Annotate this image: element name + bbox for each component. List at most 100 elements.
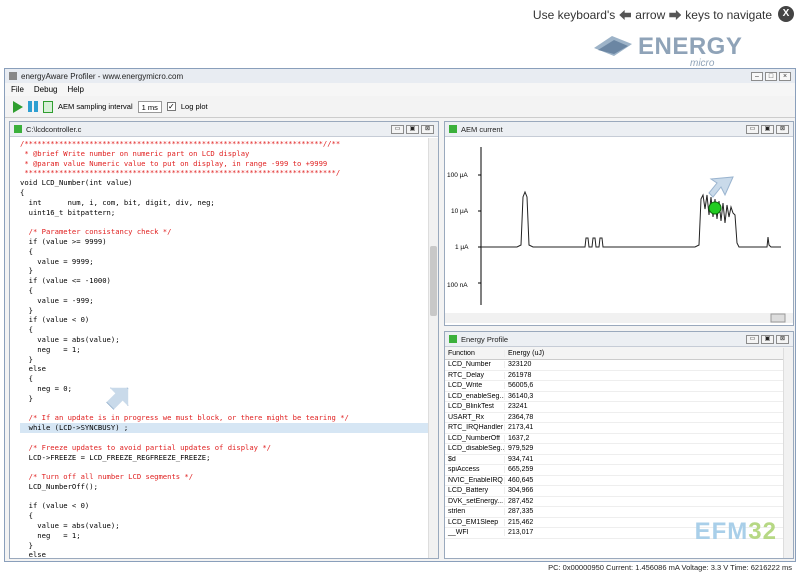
table-row[interactable]: RTC_Delay 261978: [445, 371, 793, 381]
code-line[interactable]: value = abs(value);: [20, 521, 438, 531]
code-line[interactable]: if (value >= 9999): [20, 237, 438, 247]
code-line[interactable]: LCD->FREEZE = LCD_FREEZE_REGFREEZE_FREEZ…: [20, 453, 438, 463]
code-line[interactable]: * @brief Write number on numeric part on…: [20, 149, 438, 159]
code-line[interactable]: value = abs(value);: [20, 335, 438, 345]
code-line[interactable]: if (value < 0): [20, 315, 438, 325]
code-line[interactable]: * @param value Numeric value to put on d…: [20, 159, 438, 169]
record-icon[interactable]: [43, 100, 53, 113]
code-line[interactable]: value = -999;: [20, 296, 438, 306]
cursor-marker[interactable]: [708, 201, 722, 215]
code-line[interactable]: [20, 433, 438, 443]
code-line[interactable]: {: [20, 247, 438, 257]
energy-titlebar: Energy Profile ▭ ▣ ⊠: [445, 332, 793, 347]
table-row[interactable]: LCD_NumberOff 1637,2: [445, 434, 793, 444]
code-line[interactable]: /* Turn off all number LCD segments */: [20, 472, 438, 482]
pause-icon[interactable]: [28, 101, 38, 112]
run-icon[interactable]: [13, 100, 23, 113]
code-line[interactable]: value = 9999;: [20, 257, 438, 267]
energy-minimize-button[interactable]: ▭: [746, 334, 759, 344]
aem-hscrollbar[interactable]: [445, 313, 793, 323]
table-row[interactable]: strlen 287,335: [445, 507, 793, 518]
cell-function: LCD_disableSeg...: [445, 445, 505, 453]
aem-close-button[interactable]: ⊠: [776, 124, 789, 134]
table-row[interactable]: LCD_BlinkTest 23241: [445, 402, 793, 413]
code-line[interactable]: else: [20, 550, 438, 560]
table-row[interactable]: $d 934,741: [445, 455, 793, 465]
code-line[interactable]: if (value <= -1000): [20, 276, 438, 286]
code-line[interactable]: }: [20, 355, 438, 365]
table-row[interactable]: LCD_disableSeg... 979,529: [445, 444, 793, 455]
cell-energy: 261978: [508, 371, 532, 379]
aem-scroll-button[interactable]: [770, 313, 786, 323]
aem-plot[interactable]: 100 µA 10 µA 1 µA 100 nA: [445, 137, 793, 325]
code-line[interactable]: ****************************************…: [20, 168, 438, 178]
table-row[interactable]: RTC_IRQHandler 2173,41: [445, 423, 793, 434]
code-line[interactable]: {: [20, 286, 438, 296]
close-window-button[interactable]: ×: [779, 71, 791, 81]
table-row[interactable]: LCD_Battery 304,966: [445, 486, 793, 497]
code-line[interactable]: LCD_NumberOff();: [20, 482, 438, 492]
code-line[interactable]: [20, 217, 438, 227]
menu-file[interactable]: File: [11, 85, 24, 94]
code-line[interactable]: /* Parameter consistancy check */: [20, 227, 438, 237]
code-line[interactable]: while (LCD->SYNCBUSY) ;: [20, 423, 438, 433]
energy-icon: [449, 335, 457, 343]
code-line[interactable]: }: [20, 266, 438, 276]
code-line[interactable]: }: [20, 306, 438, 316]
table-row[interactable]: NVIC_EnableIRQ 460,645: [445, 476, 793, 486]
profiler-window: energyAware Profiler - www.energymicro.c…: [4, 68, 796, 562]
interval-spinner[interactable]: 1 ms: [137, 100, 162, 113]
code-line[interactable]: {: [20, 188, 438, 198]
energy-scrollbar[interactable]: [783, 348, 793, 558]
code-line[interactable]: {: [20, 374, 438, 384]
table-row[interactable]: LCD_Write 56005,6: [445, 381, 793, 392]
code-line[interactable]: {: [20, 511, 438, 521]
minimize-button[interactable]: –: [751, 71, 763, 81]
logo-wordmark: ENERGY: [638, 33, 743, 60]
code-line[interactable]: void LCD_Number(int value): [20, 178, 438, 188]
cell-energy: 23241: [508, 403, 528, 411]
editor-close-button[interactable]: ⊠: [421, 124, 434, 134]
code-line[interactable]: else: [20, 364, 438, 374]
table-row[interactable]: USART_Rx 2364,78: [445, 413, 793, 423]
editor-restore-button[interactable]: ▣: [406, 124, 419, 134]
energy-close-button[interactable]: ⊠: [776, 334, 789, 344]
left-arrow-icon: [619, 10, 632, 20]
code-line[interactable]: /* Freeze updates to avoid partial updat…: [20, 443, 438, 453]
table-row[interactable]: DVK_setEnergy... 287,452: [445, 497, 793, 507]
source-code[interactable]: /***************************************…: [10, 137, 438, 560]
aem-minimize-button[interactable]: ▭: [746, 124, 759, 134]
table-row[interactable]: LCD_Number 323120: [445, 360, 793, 371]
code-line[interactable]: neg = 1;: [20, 345, 438, 355]
code-line[interactable]: neg = 1;: [20, 531, 438, 541]
menu-help[interactable]: Help: [67, 85, 83, 94]
maximize-button[interactable]: □: [765, 71, 777, 81]
col-function[interactable]: Function: [445, 349, 505, 357]
table-row[interactable]: LCD_enableSeg... 36140,3: [445, 392, 793, 402]
editor-minimize-button[interactable]: ▭: [391, 124, 404, 134]
code-line[interactable]: }: [20, 541, 438, 551]
cell-energy: 460,645: [508, 476, 534, 484]
aem-restore-button[interactable]: ▣: [761, 124, 774, 134]
cell-energy: 2173,41: [508, 424, 534, 432]
ytick-100ua: 100 µA: [447, 172, 468, 179]
editor-scroll-thumb[interactable]: [430, 246, 437, 316]
logplot-checkbox[interactable]: ✓: [166, 102, 176, 111]
code-line[interactable]: uint16_t bitpattern;: [20, 208, 438, 218]
code-line[interactable]: }: [20, 394, 438, 404]
code-line[interactable]: /***************************************…: [20, 139, 438, 149]
editor-scrollbar[interactable]: [428, 138, 438, 558]
code-line[interactable]: [20, 462, 438, 472]
code-line[interactable]: {: [20, 325, 438, 335]
code-line[interactable]: if (value < 0): [20, 501, 438, 511]
table-row[interactable]: spiAccess 665,259: [445, 465, 793, 476]
code-line[interactable]: [20, 492, 438, 502]
code-line[interactable]: /* If an update is in progress we must b…: [20, 413, 438, 423]
code-line[interactable]: [20, 404, 438, 414]
menu-debug[interactable]: Debug: [34, 85, 58, 94]
code-line[interactable]: neg = 0;: [20, 384, 438, 394]
energy-restore-button[interactable]: ▣: [761, 334, 774, 344]
code-line[interactable]: int num, i, com, bit, digit, div, neg;: [20, 198, 438, 208]
col-energy[interactable]: Energy (uJ): [505, 350, 544, 357]
close-presentation-button[interactable]: X: [778, 6, 794, 22]
